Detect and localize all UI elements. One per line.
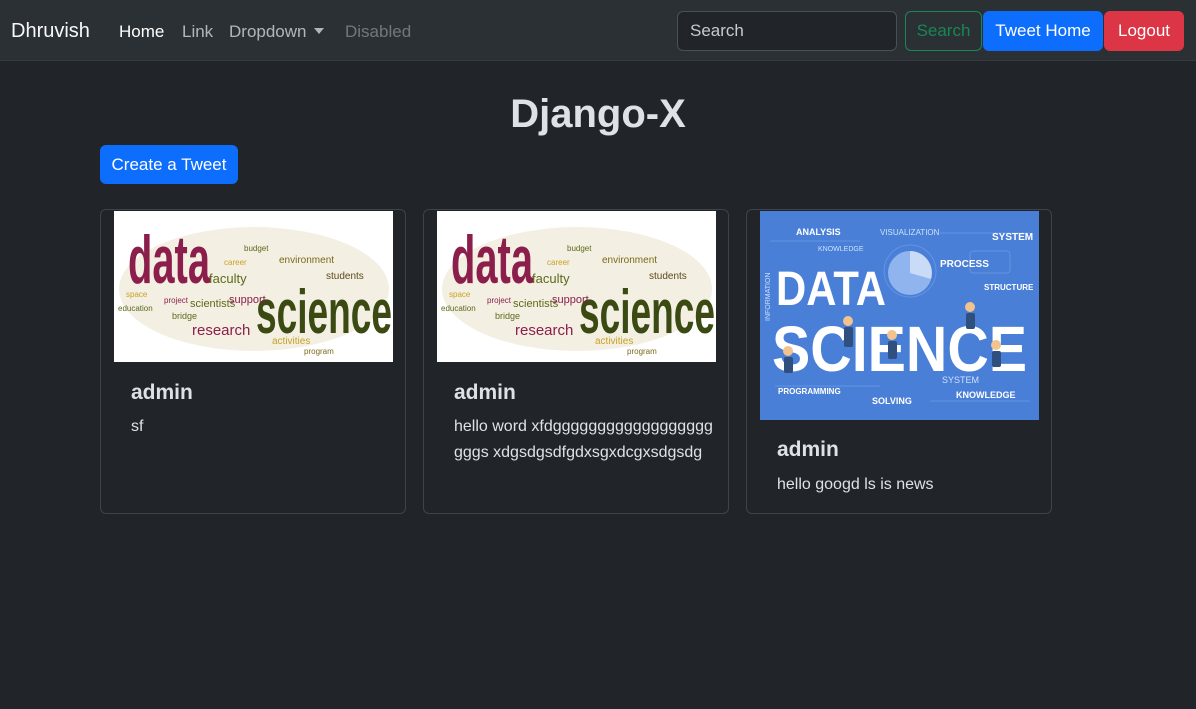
infographic-image: ANALYSIS VISUALIZATION SYSTEM KNOWLEDGE … xyxy=(760,211,1039,420)
svg-text:activities: activities xyxy=(272,336,310,347)
tweet-card: data science faculty environment researc… xyxy=(100,209,406,514)
svg-text:PROCESS: PROCESS xyxy=(940,259,989,270)
svg-text:data: data xyxy=(451,222,534,298)
tweet-username[interactable]: admin xyxy=(131,381,193,405)
svg-text:PROGRAMMING: PROGRAMMING xyxy=(778,387,841,396)
chevron-down-icon xyxy=(313,28,324,34)
svg-text:environment: environment xyxy=(279,255,334,266)
search-button[interactable]: Search xyxy=(905,11,982,51)
search-input[interactable] xyxy=(677,11,897,51)
tweet-card: data science faculty environment researc… xyxy=(423,209,729,514)
svg-text:students: students xyxy=(649,271,687,282)
navbar: Dhruvish Home Link Dropdown Disabled Sea… xyxy=(0,0,1196,61)
svg-text:environment: environment xyxy=(602,255,657,266)
nav-dropdown-label: Dropdown xyxy=(229,22,307,41)
svg-text:KNOWLEDGE: KNOWLEDGE xyxy=(956,390,1016,400)
svg-text:budget: budget xyxy=(244,244,269,253)
tweet-image: data science faculty environment researc… xyxy=(114,211,393,362)
svg-text:DATA: DATA xyxy=(776,263,886,316)
svg-text:VISUALIZATION: VISUALIZATION xyxy=(880,228,940,237)
svg-text:SYSTEM: SYSTEM xyxy=(942,375,979,385)
svg-text:career: career xyxy=(224,258,247,267)
wordcloud-image: data science faculty environment researc… xyxy=(437,211,716,362)
svg-text:ANALYSIS: ANALYSIS xyxy=(796,227,841,237)
tweet-home-button[interactable]: Tweet Home xyxy=(983,11,1103,51)
nav-dropdown-toggle[interactable]: Dropdown xyxy=(229,21,324,43)
svg-text:space: space xyxy=(449,290,471,299)
logout-button[interactable]: Logout xyxy=(1104,11,1184,51)
svg-text:STRUCTURE: STRUCTURE xyxy=(984,283,1034,292)
svg-text:SYSTEM: SYSTEM xyxy=(992,232,1033,243)
tweet-username[interactable]: admin xyxy=(454,381,516,405)
svg-text:education: education xyxy=(441,304,476,313)
svg-text:research: research xyxy=(192,322,250,339)
nav-link-link[interactable]: Link xyxy=(182,21,213,43)
svg-text:support: support xyxy=(229,294,266,306)
svg-text:bridge: bridge xyxy=(495,311,520,321)
tweet-text: sf xyxy=(131,418,144,435)
svg-text:project: project xyxy=(487,296,512,305)
svg-text:SOLVING: SOLVING xyxy=(872,396,912,406)
svg-text:KNOWLEDGE: KNOWLEDGE xyxy=(818,246,864,253)
svg-text:students: students xyxy=(326,271,364,282)
svg-text:space: space xyxy=(126,290,148,299)
tweet-card: ANALYSIS VISUALIZATION SYSTEM KNOWLEDGE … xyxy=(746,209,1052,514)
tweet-image: data science faculty environment researc… xyxy=(437,211,716,362)
svg-text:INFORMATION: INFORMATION xyxy=(765,273,772,321)
svg-text:research: research xyxy=(515,322,573,339)
svg-text:support: support xyxy=(552,294,589,306)
tweet-username[interactable]: admin xyxy=(777,438,839,462)
create-tweet-button[interactable]: Create a Tweet xyxy=(100,145,238,184)
tweet-text: hello googd ls is news xyxy=(777,476,934,493)
wordcloud-image: data science faculty environment researc… xyxy=(114,211,393,362)
svg-text:faculty: faculty xyxy=(209,271,247,286)
svg-text:program: program xyxy=(627,347,657,356)
tweet-text: hello word xfdgggggggggggggggggggggs xdg… xyxy=(454,418,713,461)
svg-text:SCIENCE: SCIENCE xyxy=(772,313,1027,385)
nav-link-disabled: Disabled xyxy=(345,22,412,41)
svg-text:career: career xyxy=(547,258,570,267)
svg-text:budget: budget xyxy=(567,244,592,253)
nav-link-home[interactable]: Home xyxy=(119,21,164,43)
navbar-brand[interactable]: Dhruvish xyxy=(11,19,90,43)
svg-text:education: education xyxy=(118,304,153,313)
svg-text:program: program xyxy=(304,347,334,356)
svg-text:project: project xyxy=(164,296,189,305)
page-title: Django-X xyxy=(510,92,686,136)
tweet-image: ANALYSIS VISUALIZATION SYSTEM KNOWLEDGE … xyxy=(760,211,1039,420)
svg-text:activities: activities xyxy=(595,336,633,347)
svg-text:bridge: bridge xyxy=(172,311,197,321)
svg-text:faculty: faculty xyxy=(532,271,570,286)
svg-text:data: data xyxy=(128,222,211,298)
